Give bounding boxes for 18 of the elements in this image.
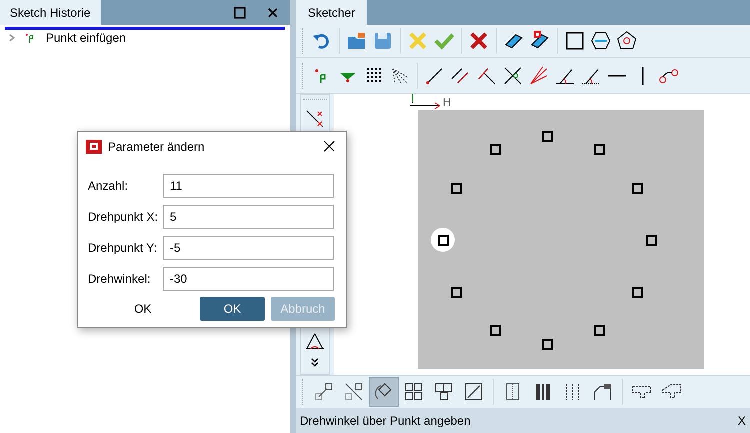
input-field[interactable]: 11 <box>163 174 334 198</box>
sketcher-tab[interactable]: Sketcher <box>296 0 368 25</box>
coordinate-label: X <box>738 412 746 430</box>
field-label: Drehwinkel: <box>88 271 152 288</box>
default-label: OK <box>133 301 153 318</box>
dialog-title: Parameter ändern <box>108 138 205 156</box>
panel-tab[interactable]: Sketch Historie <box>0 0 101 25</box>
tree-item-label[interactable]: Punkt einfügen <box>46 29 126 47</box>
field-label: Drehpunkt Y: <box>88 240 158 257</box>
input-field[interactable]: -30 <box>163 267 334 291</box>
field-label: Anzahl: <box>88 178 130 195</box>
ok-button[interactable]: OK <box>200 297 265 321</box>
input-field[interactable]: 5 <box>163 205 334 229</box>
status-text: Drehwinkel über Punkt angeben <box>300 412 471 430</box>
drawing-canvas[interactable]: H <box>334 94 750 375</box>
field-label: Drehpunkt X: <box>88 209 160 226</box>
axis-label: H <box>443 98 451 109</box>
input-field[interactable]: -5 <box>163 236 334 260</box>
